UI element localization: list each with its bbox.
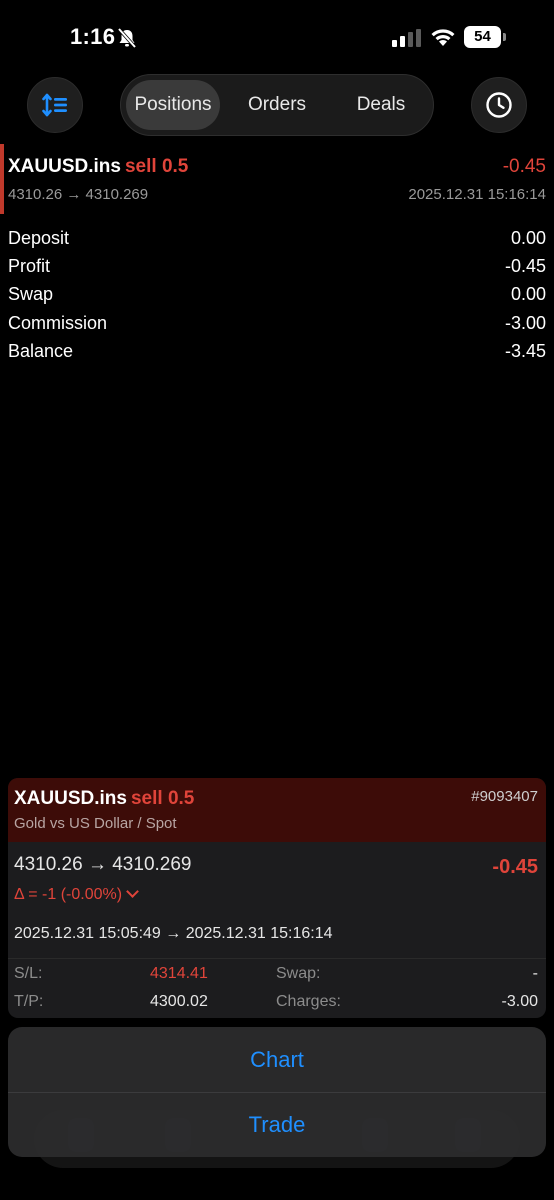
status-time: 1:16 bbox=[70, 24, 116, 49]
summary-label: Profit bbox=[8, 255, 51, 276]
divider bbox=[8, 958, 546, 959]
summary-value: 0.00 bbox=[510, 284, 546, 305]
battery-tip bbox=[503, 33, 506, 41]
charges-label: Charges: bbox=[276, 993, 341, 1010]
detail-description: Gold vs US Dollar / Spot bbox=[14, 815, 177, 832]
summary-label: Balance bbox=[8, 340, 74, 361]
deal-loss-marker bbox=[0, 144, 4, 214]
summary-row-balance: Balance -3.45 bbox=[8, 337, 546, 365]
tp-value: 4300.02 bbox=[150, 993, 208, 1010]
positions-orders-deals-tabs: Positions Orders Deals bbox=[120, 74, 434, 136]
detail-delta-toggle[interactable]: Δ = -1 (-0.00%) bbox=[14, 885, 139, 904]
tab-positions[interactable]: Positions bbox=[126, 80, 220, 130]
deal-symbol-name: XAUUSD.ins bbox=[8, 156, 121, 177]
detail-prices: 4310.26 → 4310.269 bbox=[14, 854, 192, 875]
swap-value: - bbox=[532, 965, 538, 982]
summary-label: Swap bbox=[8, 284, 54, 305]
status-bar: 1:16 54 bbox=[0, 0, 554, 70]
detail-symbol: XAUUSD.ins sell 0.5 bbox=[14, 788, 194, 810]
deal-time: 2025.12.31 15:16:14 bbox=[408, 186, 546, 203]
detail-symbol-name: XAUUSD.ins bbox=[14, 788, 127, 809]
detail-times: 2025.12.31 15:05:49 → 2025.12.31 15:16:1… bbox=[14, 925, 333, 942]
detail-profit: -0.45 bbox=[492, 856, 538, 878]
deal-detail-header: XAUUSD.ins sell 0.5 #9093407 Gold vs US D… bbox=[8, 778, 546, 842]
summary-label: Deposit bbox=[8, 227, 70, 248]
summary-row-commission: Commission -3.00 bbox=[8, 309, 546, 337]
detail-side: sell 0.5 bbox=[130, 788, 195, 809]
history-button[interactable] bbox=[471, 77, 527, 133]
summary-list: Deposit 0.00 Profit -0.45 Swap 0.00 Comm… bbox=[8, 224, 546, 365]
sl-label: S/L: bbox=[14, 965, 43, 982]
deal-detail-card: XAUUSD.ins sell 0.5 #9093407 Gold vs US D… bbox=[8, 778, 546, 1018]
summary-value: 0.00 bbox=[510, 227, 546, 248]
chart-button[interactable]: Chart bbox=[8, 1028, 546, 1092]
deal-profit: -0.45 bbox=[502, 156, 546, 177]
clock-icon bbox=[486, 92, 512, 118]
bell-muted-icon bbox=[117, 27, 137, 49]
detail-delta: Δ = -1 (-0.00%) bbox=[14, 886, 123, 903]
tab-orders[interactable]: Orders bbox=[225, 80, 329, 130]
tab-deals[interactable]: Deals bbox=[331, 80, 431, 130]
wifi-icon bbox=[431, 29, 455, 46]
sort-button[interactable] bbox=[27, 77, 83, 133]
deal-prices: 4310.26 → 4310.269 bbox=[8, 186, 149, 203]
signal-icon bbox=[392, 29, 421, 47]
deal-side: sell 0.5 bbox=[124, 156, 189, 177]
summary-row-profit: Profit -0.45 bbox=[8, 252, 546, 280]
summary-row-deposit: Deposit 0.00 bbox=[8, 224, 546, 252]
chevron-down-icon bbox=[126, 885, 139, 898]
sort-icon bbox=[42, 93, 67, 117]
summary-label: Commission bbox=[8, 312, 108, 333]
summary-value: -0.45 bbox=[504, 255, 546, 276]
summary-value: -3.45 bbox=[504, 340, 546, 361]
trade-button[interactable]: Trade bbox=[8, 1093, 546, 1157]
action-sheet: Chart Trade bbox=[8, 1027, 546, 1157]
battery-level: 54 bbox=[464, 26, 501, 48]
tp-label: T/P: bbox=[14, 993, 44, 1010]
charges-value: -3.00 bbox=[501, 993, 538, 1010]
sl-value: 4314.41 bbox=[150, 965, 208, 982]
battery-indicator: 54 bbox=[464, 26, 506, 48]
summary-row-swap: Swap 0.00 bbox=[8, 281, 546, 309]
swap-label: Swap: bbox=[276, 965, 321, 982]
summary-value: -3.00 bbox=[504, 312, 546, 333]
detail-ticket: #9093407 bbox=[471, 788, 538, 805]
deal-symbol[interactable]: XAUUSD.ins sell 0.5 bbox=[8, 156, 188, 178]
